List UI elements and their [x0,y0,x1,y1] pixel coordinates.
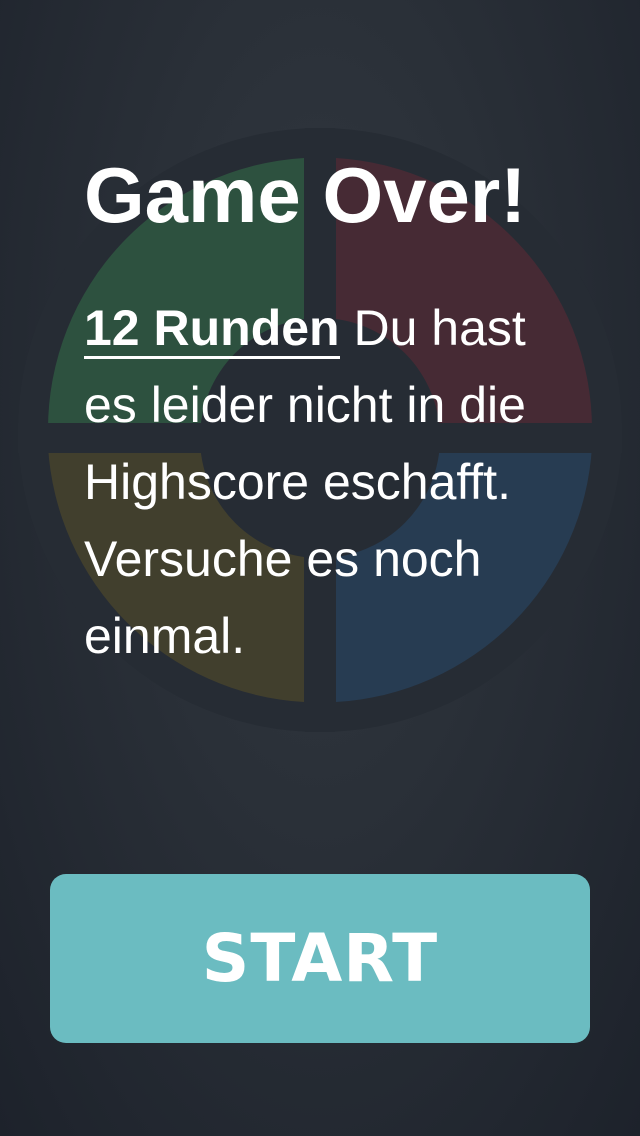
game-over-message: 12 Runden Du hast es leider nicht in die… [84,290,584,675]
game-over-title: Game Over! [84,151,527,239]
game-over-overlay: Game Over! 12 Runden Du hast es leider n… [0,0,640,1136]
rounds-count: 12 Runden [84,300,340,359]
start-button[interactable]: START [50,874,590,1043]
